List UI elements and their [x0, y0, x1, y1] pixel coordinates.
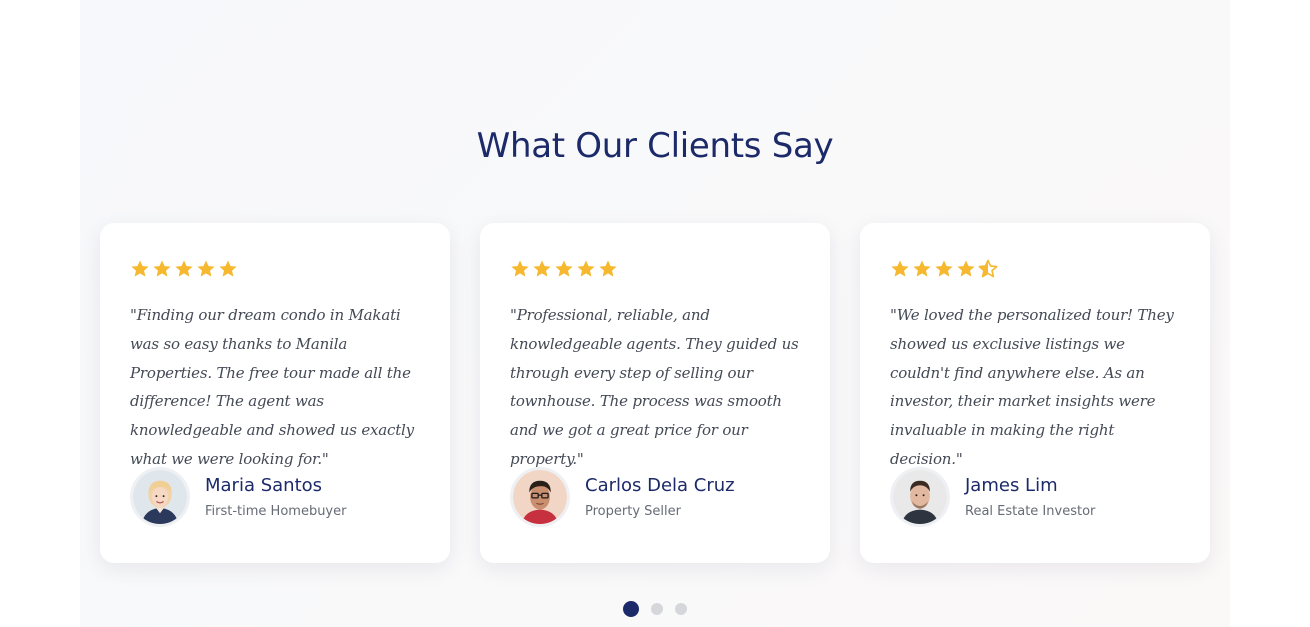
- star-icon: [554, 259, 574, 279]
- testimonial-author: Maria Santos First-time Homebuyer: [130, 467, 346, 527]
- testimonial-author: James Lim Real Estate Investor: [890, 467, 1095, 527]
- author-name: Carlos Dela Cruz: [585, 474, 735, 496]
- half-star-icon: [978, 259, 998, 279]
- star-icon: [890, 259, 910, 279]
- author-name: James Lim: [965, 474, 1058, 496]
- carousel-dot-2[interactable]: [651, 603, 663, 615]
- star-rating: [510, 257, 800, 281]
- carousel-dot-3[interactable]: [675, 603, 687, 615]
- testimonial-quote: "We loved the personalized tour! They sh…: [890, 306, 1174, 468]
- star-icon: [218, 259, 238, 279]
- star-icon: [196, 259, 216, 279]
- star-rating: [890, 257, 1180, 281]
- author-role: Property Seller: [585, 503, 681, 519]
- star-icon: [912, 259, 932, 279]
- author-name: Maria Santos: [205, 474, 323, 496]
- star-icon: [576, 259, 596, 279]
- man-glasses-avatar: [510, 467, 570, 527]
- star-icon: [152, 259, 172, 279]
- man-avatar: [890, 467, 950, 527]
- carousel-dot-1[interactable]: [623, 601, 639, 617]
- section-title: What Our Clients Say: [476, 126, 834, 166]
- star-icon: [956, 259, 976, 279]
- carousel-pagination: [80, 601, 1230, 617]
- testimonial-card: "We loved the personalized tour! They sh…: [860, 223, 1210, 563]
- testimonial-quote: "Professional, reliable, and knowledgeab…: [510, 306, 799, 468]
- author-role: Real Estate Investor: [965, 503, 1096, 519]
- testimonial-author: Carlos Dela Cruz Property Seller: [510, 467, 735, 527]
- star-icon: [598, 259, 618, 279]
- star-icon: [510, 259, 530, 279]
- star-icon: [130, 259, 150, 279]
- testimonial-card: "Finding our dream condo in Makati was s…: [100, 223, 450, 563]
- woman-avatar: [130, 467, 190, 527]
- testimonial-quote: "Finding our dream condo in Makati was s…: [130, 306, 414, 468]
- star-icon: [934, 259, 954, 279]
- star-icon: [532, 259, 552, 279]
- author-role: First-time Homebuyer: [205, 503, 347, 519]
- star-icon: [174, 259, 194, 279]
- testimonial-card: "Professional, reliable, and knowledgeab…: [480, 223, 830, 563]
- testimonials-section: What Our Clients Say "Finding our dream …: [80, 0, 1230, 627]
- star-rating: [130, 257, 420, 281]
